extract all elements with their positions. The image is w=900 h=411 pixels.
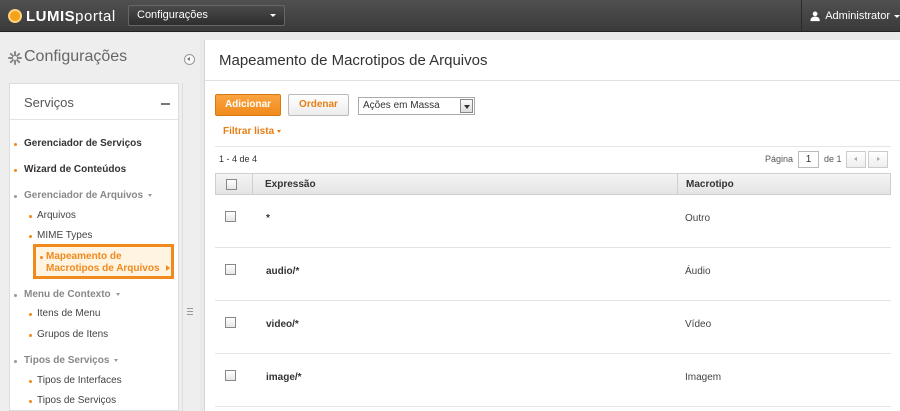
grip-icon: [187, 308, 193, 315]
gear-icon: [8, 51, 22, 65]
sidebar-header: Configurações: [0, 33, 200, 83]
sidebar-item-label: Menu de Contexto: [24, 289, 111, 300]
result-count: 1 - 4 de 4: [219, 154, 258, 164]
sidebar-item-grupos-itens[interactable]: Grupos de Itens: [37, 329, 108, 340]
page-label: Página: [765, 154, 794, 164]
filter-list-link[interactable]: Filtrar lista: [223, 126, 282, 137]
minus-icon[interactable]: [161, 103, 170, 105]
sidebar-item-wizard-conteudos[interactable]: Wizard de Conteúdos: [24, 164, 126, 175]
lumis-logo[interactable]: LUMISportal: [8, 7, 116, 25]
column-divider: [677, 174, 678, 194]
cell-macrotype: Vídeo: [685, 319, 712, 330]
sidebar-item-mapeamento-macrotipos[interactable]: Mapeamento de Macrotipos de Arquivos: [33, 244, 174, 279]
bullet-icon: [29, 215, 32, 218]
bullet-icon: [29, 400, 32, 403]
row-checkbox[interactable]: [225, 317, 236, 328]
table-row[interactable]: video/* Vídeo: [215, 301, 891, 354]
add-button[interactable]: Adicionar: [215, 94, 281, 116]
sidebar-item-label: Mapeamento de Macrotipos de Arquivos: [46, 251, 171, 275]
page-total: de 1: [824, 154, 842, 164]
cell-expression: *: [266, 213, 270, 224]
table-row[interactable]: audio/* Áudio: [215, 248, 891, 301]
bulk-actions-select[interactable]: Ações em Massa: [358, 97, 475, 115]
bullet-icon: [29, 313, 32, 316]
chevron-down-icon: [115, 292, 120, 296]
row-checkbox[interactable]: [225, 264, 236, 275]
chevron-down-icon: [460, 99, 473, 113]
column-divider: [252, 174, 253, 194]
bulk-actions-value: Ações em Massa: [363, 100, 440, 111]
cell-macrotype: Outro: [685, 213, 711, 224]
sidebar-item-tipos-servicos[interactable]: Tipos de Serviços: [24, 355, 119, 366]
column-header-expressao[interactable]: Expressão: [265, 179, 316, 190]
sidebar-item-arquivos[interactable]: Arquivos: [37, 210, 76, 221]
page-title: Mapeamento de Macrotipos de Arquivos: [219, 52, 488, 69]
divider: [205, 80, 900, 81]
bullet-icon: [14, 143, 17, 146]
bullet-icon: [29, 235, 32, 238]
table-row[interactable]: * Outro: [215, 195, 891, 248]
main-content: Mapeamento de Macrotipos de Arquivos Adi…: [204, 40, 900, 411]
row-checkbox[interactable]: [225, 211, 236, 222]
sidebar-item-label: Gerenciador de Arquivos: [24, 190, 144, 201]
user-name: Administrator: [825, 10, 890, 22]
logo-text: LUMISportal: [26, 7, 116, 25]
bullet-icon: [29, 334, 32, 337]
bullet-icon: [14, 195, 17, 198]
chevron-down-icon: [114, 358, 119, 362]
logo-mark-icon: [8, 9, 22, 23]
cell-macrotype: Áudio: [685, 266, 711, 277]
services-panel-header: Serviços: [10, 84, 178, 120]
bullet-icon: [40, 256, 43, 259]
context-select-value: Configurações: [137, 9, 208, 21]
sidebar-item-menu-contexto[interactable]: Menu de Contexto: [24, 289, 120, 300]
table-header: Expressão Macrotipo: [215, 173, 891, 195]
panel-title: Serviços: [24, 95, 74, 110]
context-select[interactable]: Configurações: [128, 5, 285, 26]
cell-expression: image/*: [266, 372, 302, 383]
order-button[interactable]: Ordenar: [288, 94, 349, 116]
sidebar-item-itens-menu[interactable]: Itens de Menu: [37, 308, 100, 319]
next-page-button[interactable]: [868, 151, 888, 168]
divider: [215, 146, 891, 147]
chevron-down-icon: [148, 193, 153, 197]
user-icon: [810, 11, 820, 22]
sidebar-title: Configurações: [24, 48, 128, 65]
bullet-icon: [14, 169, 17, 172]
cell-macrotype: Imagem: [685, 372, 722, 383]
cell-expression: video/*: [266, 319, 299, 330]
user-menu[interactable]: Administrator: [801, 0, 900, 32]
collapse-sidebar-button[interactable]: [184, 54, 195, 65]
top-bar: LUMISportal Configurações Administrator: [0, 0, 900, 32]
cell-expression: audio/*: [266, 266, 300, 277]
previous-page-button[interactable]: [846, 151, 866, 168]
bullet-icon: [14, 294, 17, 297]
page-number-input[interactable]: 1: [798, 151, 819, 168]
sidebar-item-tipos-interfaces[interactable]: Tipos de Interfaces: [37, 375, 122, 386]
sidebar-item-tipos-servicos-sub[interactable]: Tipos de Serviços: [37, 395, 116, 406]
chevron-down-icon: [277, 129, 282, 133]
sidebar-item-gerenciador-arquivos[interactable]: Gerenciador de Arquivos: [24, 190, 153, 201]
sidebar: Configurações Serviços Gerenciador de Se…: [0, 33, 200, 411]
row-checkbox[interactable]: [225, 370, 236, 381]
bullet-icon: [14, 360, 17, 363]
select-all-checkbox[interactable]: [226, 179, 237, 190]
arrow-right-icon: [165, 265, 170, 271]
chevron-down-icon: [270, 14, 276, 17]
sidebar-item-gerenciador-servicos[interactable]: Gerenciador de Serviços: [24, 138, 142, 149]
bullet-icon: [29, 380, 32, 383]
chevron-down-icon: [894, 14, 900, 18]
column-header-macrotipo[interactable]: Macrotipo: [686, 179, 734, 190]
sidebar-item-mime-types[interactable]: MIME Types: [37, 230, 92, 241]
sidebar-resize-handle[interactable]: [182, 83, 196, 411]
table-row[interactable]: image/* Imagem: [215, 354, 891, 407]
filter-list-label: Filtrar lista: [223, 126, 275, 137]
sidebar-item-label: Tipos de Serviços: [24, 355, 110, 366]
